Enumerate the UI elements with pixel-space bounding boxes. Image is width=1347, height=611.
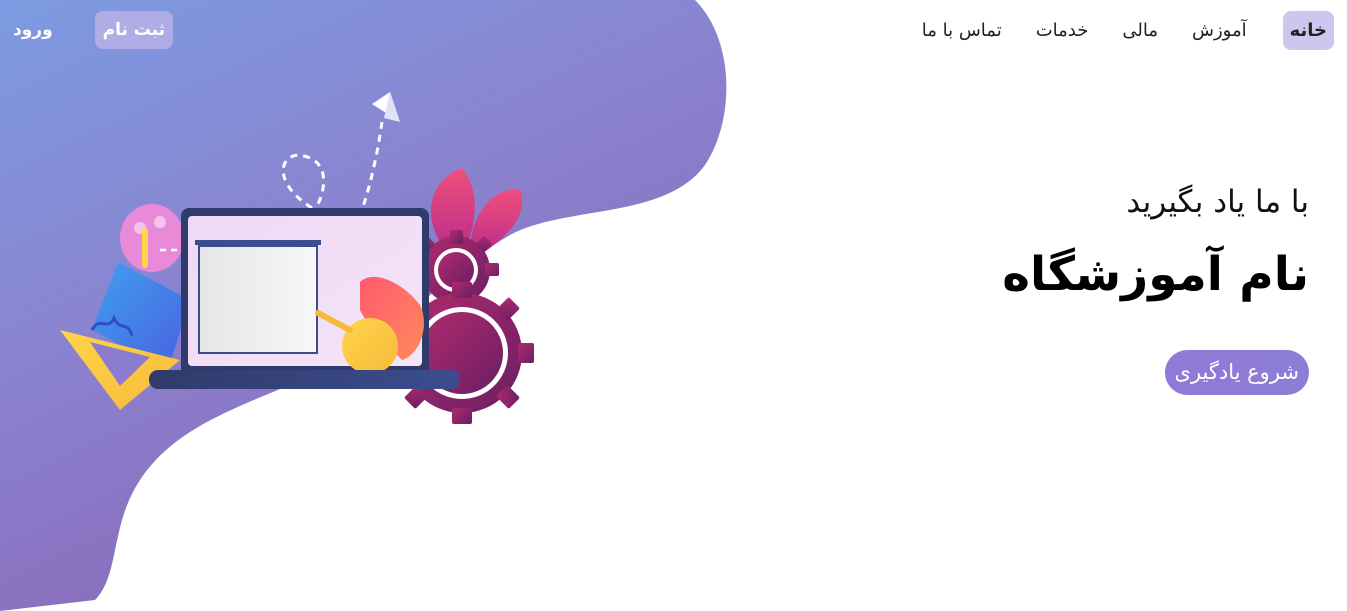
nav-item-home[interactable]: خانه [1282, 11, 1334, 50]
login-button[interactable]: ورود [5, 11, 61, 49]
main-navigation: تماس با ما خدمات مالی آموزش خانه [905, 11, 1334, 50]
hero-subtitle: با ما یاد بگیرید [1126, 184, 1309, 220]
register-button[interactable]: ثبت نام [94, 11, 174, 49]
start-learning-button[interactable]: شروع یادگیری [1164, 350, 1309, 395]
nav-item-services[interactable]: خدمات [1019, 11, 1106, 50]
auth-buttons: ثبت نام ورود [5, 11, 174, 49]
nav-item-finance[interactable]: مالی [1105, 11, 1175, 50]
landing-page: تماس با ما خدمات مالی آموزش خانه ثبت نام… [0, 0, 1347, 611]
hero-section: با ما یاد بگیرید نام آموزشگاه شروع یادگی… [1002, 176, 1309, 395]
nav-item-education[interactable]: آموزش [1175, 11, 1264, 50]
hero-title: نام آموزشگاه [1002, 247, 1309, 302]
nav-item-contact[interactable]: تماس با ما [905, 11, 1019, 50]
